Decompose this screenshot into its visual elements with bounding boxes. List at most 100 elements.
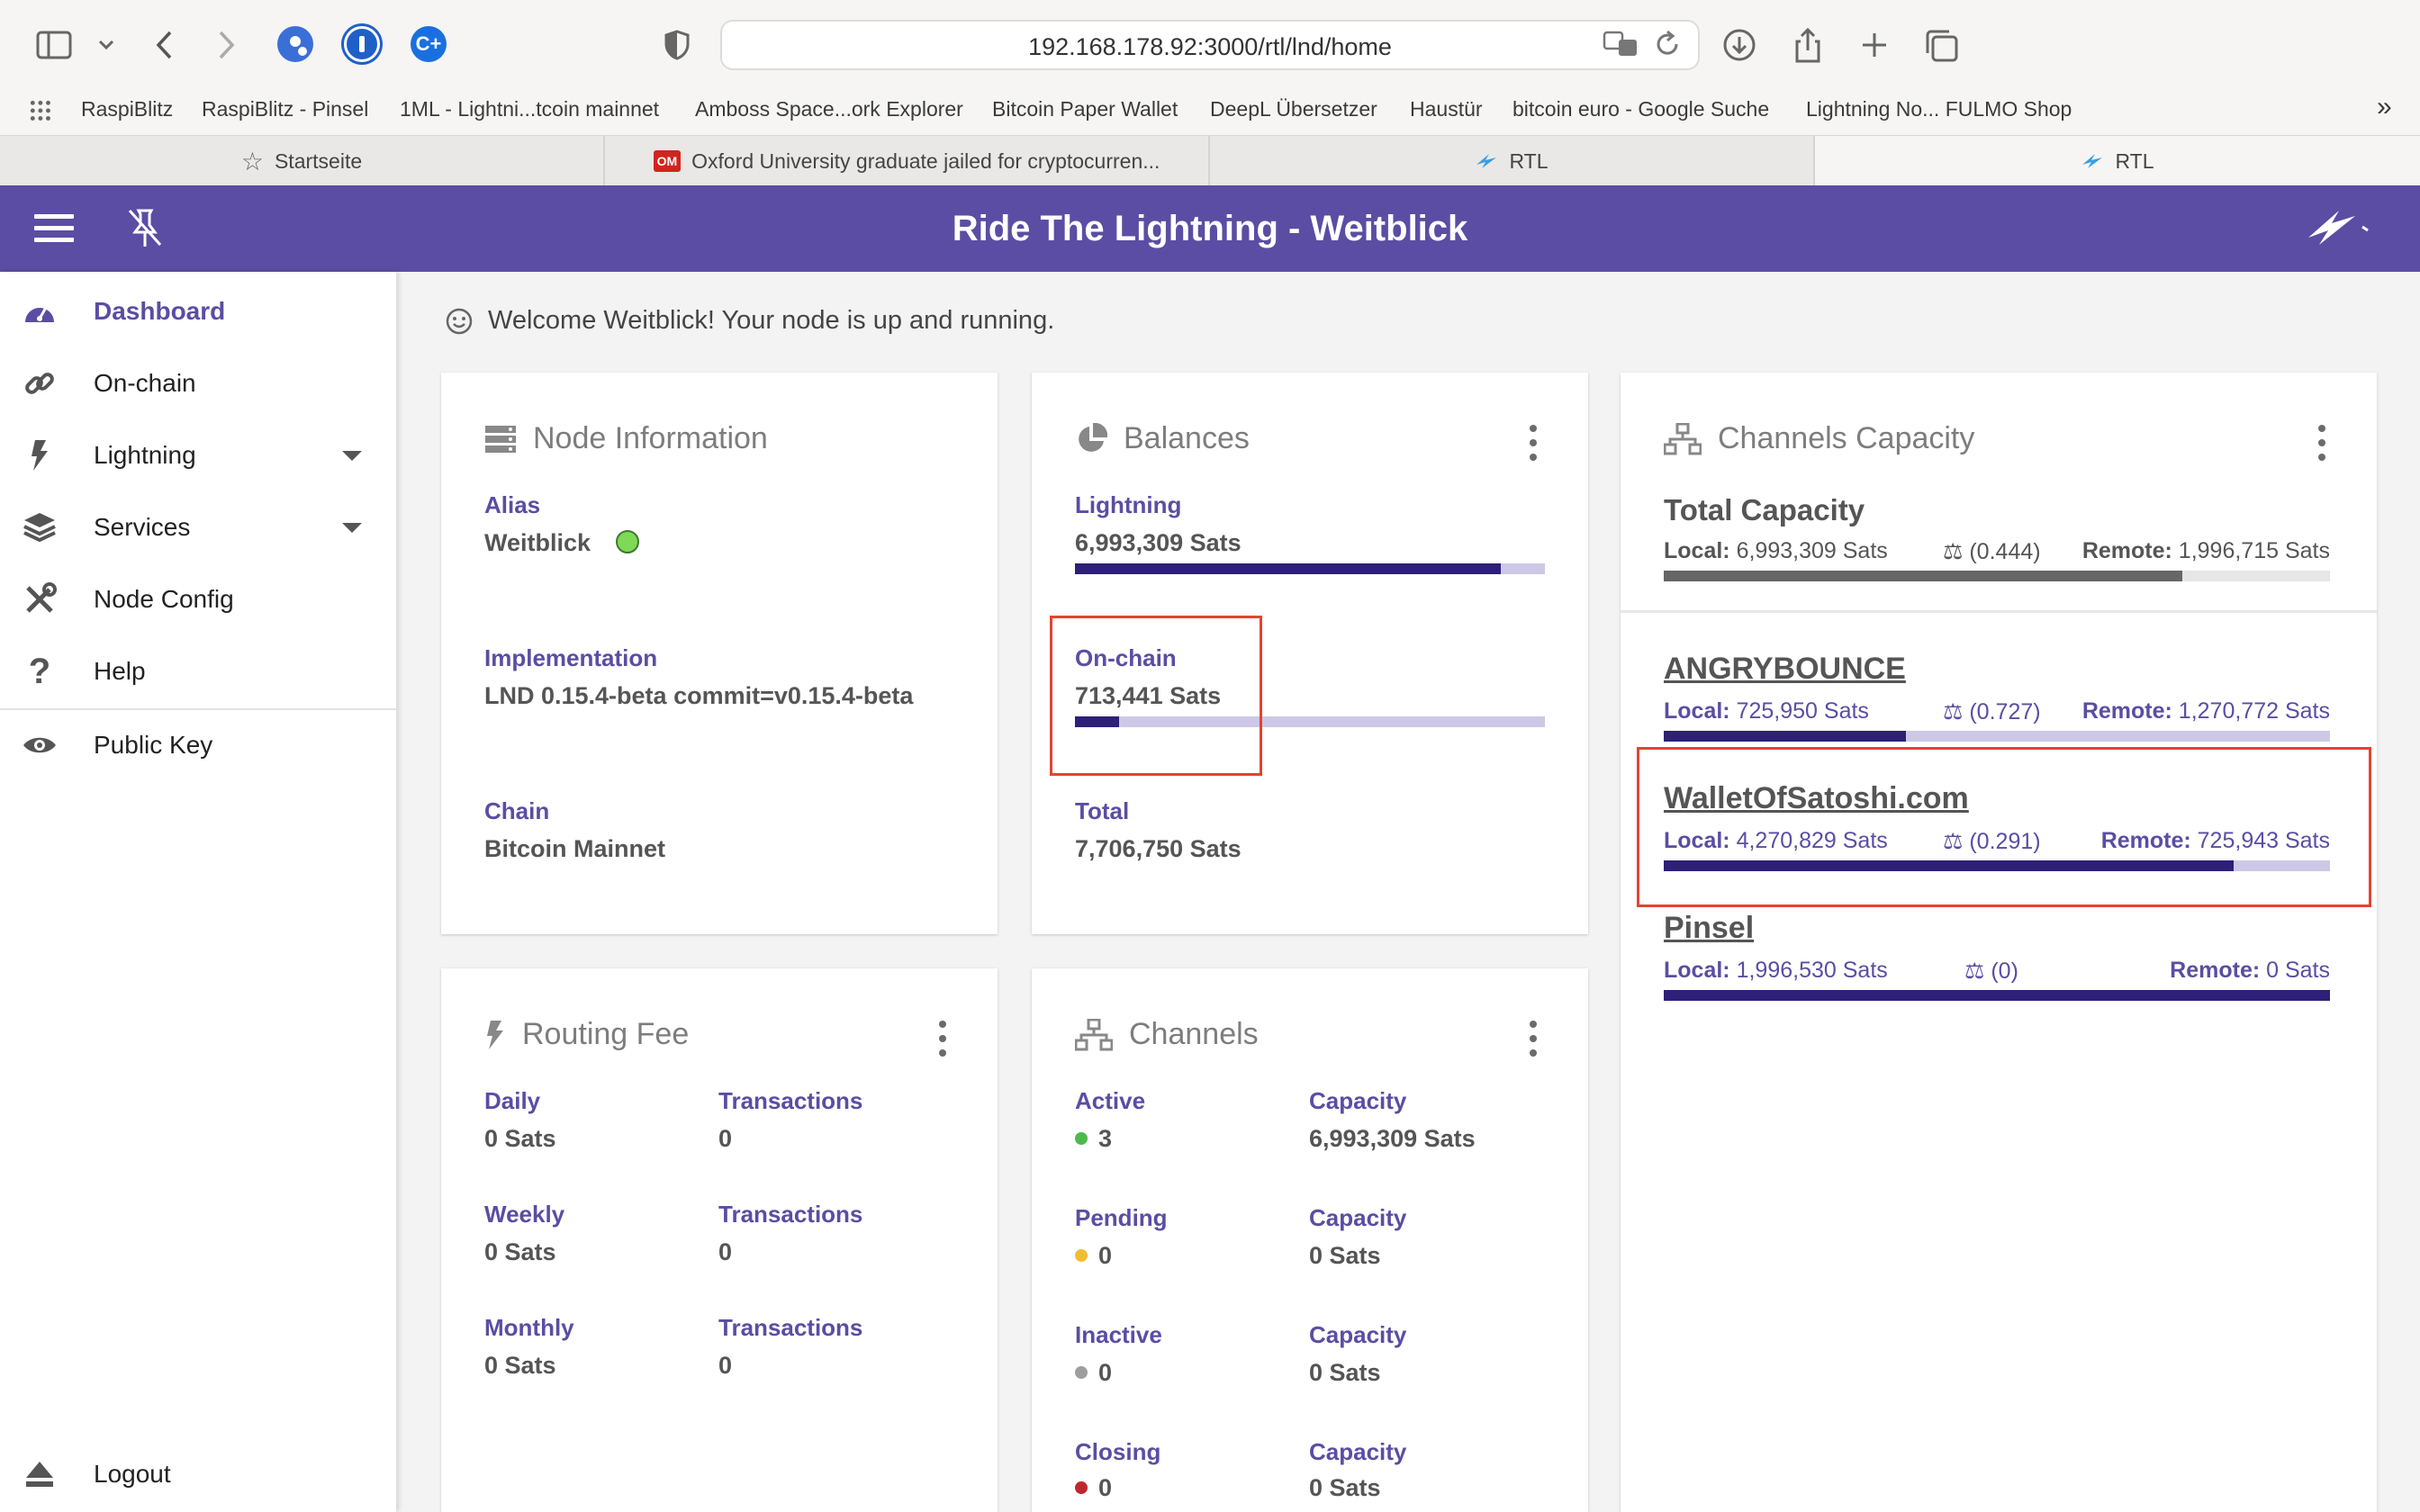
sidebar-item-label: Dashboard [94,297,226,325]
share-icon[interactable] [1786,23,1829,67]
total-capacity-label: Total Capacity [1664,493,1865,526]
extension-shield-icon[interactable] [277,26,313,62]
sidebar-item-label: On-chain [94,369,196,397]
tab-rtl-active[interactable]: RTL [1815,136,2420,186]
sidebar-item-node-config[interactable]: Node Config [0,572,396,626]
remote-amount: 0 Sats [2266,958,2330,983]
alias-text: Weitblick [484,529,591,556]
divider [1621,610,2377,613]
bookmark-link[interactable]: RaspiBlitz - Pinsel [202,97,368,122]
more-vert-icon[interactable] [1529,425,1538,461]
remote-key: Remote: [2170,958,2261,983]
channel-name-link[interactable]: ANGRYBOUNCE [1664,652,1906,687]
tab-overview-icon[interactable] [1919,23,1963,67]
more-vert-icon[interactable] [1529,1021,1538,1057]
bar-fill [1664,990,2330,1001]
chevron-down-icon[interactable] [85,23,128,67]
bookmark-link[interactable]: Bitcoin Paper Wallet [992,97,1178,122]
highlight-box-onchain [1050,616,1262,776]
bookmark-link[interactable]: Lightning No... FULMO Shop [1806,97,2072,122]
channels-card: Channels Active 3 Capacity 6,993,309 Sat… [1032,968,1588,1512]
bookmark-link[interactable]: RaspiBlitz [81,97,173,122]
address-bar-icons[interactable] [1603,29,1682,67]
tab-label: Oxford University graduate jailed for cr… [691,148,1160,173]
forward-icon[interactable] [205,23,248,67]
sidebar-item-public-key[interactable]: Public Key [0,718,396,772]
local-key: Local: [1664,538,1730,563]
bookmark-link[interactable]: Amboss Space...ork Explorer [695,97,963,122]
back-icon[interactable] [142,23,185,67]
bookmark-link[interactable]: 1ML - Lightni...tcoin mainnet [400,97,659,122]
alias-value: Weitblick [484,529,639,557]
remote-value: Remote: 0 Sats [2170,958,2330,984]
password-manager-icon[interactable] [344,26,380,62]
om-favicon-icon: OM [653,150,682,172]
tab-rtl[interactable]: RTL [1210,136,1815,186]
channel-capacity-bar [1664,731,2330,742]
transactions-label: Transactions [718,1314,863,1341]
network-icon [1075,1018,1113,1050]
caret-down-icon[interactable] [342,522,362,533]
privacy-shield-icon[interactable] [655,23,699,67]
more-bookmarks-icon[interactable]: » [2377,92,2392,122]
local-amount: 725,950 Sats [1736,698,1869,724]
remote-key: Remote: [2081,538,2172,563]
caret-down-icon[interactable] [342,450,362,461]
tab-startseite[interactable]: ☆ Startseite [0,136,605,186]
sidebar-item-help[interactable]: ? Help [0,644,396,698]
ratio-value: ⚖ (0.444) [1943,539,2041,564]
tab-oxford-article[interactable]: OM Oxford University graduate jailed for… [605,136,1210,186]
more-vert-icon[interactable] [938,1021,947,1057]
logout-button[interactable]: Logout [0,1447,396,1501]
sidebar-item-label: Lightning [94,441,196,469]
sidebar-toggle-icon[interactable] [32,23,76,67]
count-text: 0 [1098,1359,1113,1386]
sidebar-item-services[interactable]: Services [0,500,396,554]
welcome-text: Welcome Weitblick! Your node is up and r… [488,306,1055,335]
sidebar-item-lightning[interactable]: Lightning [0,428,396,482]
implementation-value: LND 0.15.4-beta commit=v0.15.4-beta [484,682,914,709]
status-dot [1075,1131,1088,1145]
bookmark-link[interactable]: bitcoin euro - Google Suche [1512,97,1769,122]
remote-amount: 1,270,772 Sats [2178,698,2330,724]
more-vert-icon[interactable] [2317,425,2326,461]
pie-chart-icon [1079,422,1107,452]
transactions-count: 0 [718,1238,733,1265]
sidebar-divider [0,708,396,710]
address-bar[interactable]: 192.168.178.92:3000/rtl/lnd/home [720,20,1700,70]
remote-amount: 1,996,715 Sats [2178,538,2330,563]
extension-c-plus-icon[interactable]: C+ [411,26,447,62]
tab-label: RTL [2115,148,2154,173]
lightning-balance-label: Lightning [1075,491,1182,518]
star-icon: ☆ [240,147,264,176]
local-value: Local: 725,950 Sats [1664,698,1869,724]
channel-status-count: 0 [1075,1474,1112,1502]
alias-color-dot [615,529,639,554]
sidebar-item-label: Public Key [94,731,213,759]
sidebar-item-dashboard[interactable]: Dashboard [0,284,396,338]
bookmark-link[interactable]: DeepL Übersetzer [1210,97,1377,122]
lightning-balance-value: 6,993,309 Sats [1075,529,1242,556]
bookmarks-bar: RaspiBlitz RaspiBlitz - Pinsel 1ML - Lig… [0,88,2420,135]
local-key: Local: [1664,958,1730,983]
sidebar-item-label: Help [94,657,146,685]
status-dot [1075,1248,1088,1262]
sidebar-item-on-chain[interactable]: On-chain [0,356,396,410]
card-title-text: Node Information [533,421,768,455]
new-tab-icon[interactable] [1853,23,1896,67]
local-value: Local: 1,996,530 Sats [1664,958,1888,984]
url-text: 192.168.178.92:3000/rtl/lnd/home [1028,33,1392,60]
rtl-logo-icon[interactable] [2303,205,2375,255]
smiley-icon [446,308,473,334]
total-balance-value: 7,706,750 Sats [1075,835,1242,862]
ratio-text: (0.727) [1969,699,2041,724]
bookmark-link[interactable]: Haustür [1410,97,1483,122]
app-title: Ride The Lightning - Weitblick [952,209,1468,248]
local-key: Local: [1664,698,1730,724]
apps-grid-icon[interactable] [29,99,52,122]
channel-status-count: 3 [1075,1125,1112,1153]
download-icon[interactable] [1718,23,1761,67]
translate-icon [1603,31,1637,56]
channel-name-link[interactable]: Pinsel [1664,911,1754,946]
card-title-text: Balances [1124,421,1250,455]
